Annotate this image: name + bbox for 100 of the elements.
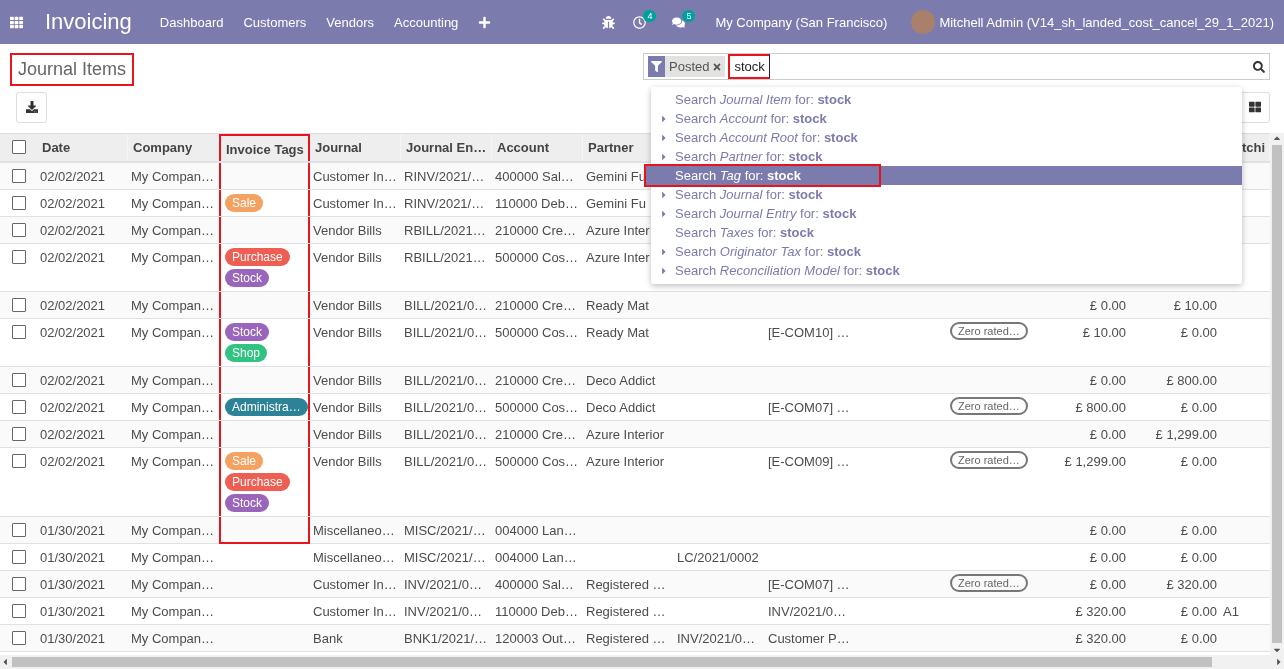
search-suggestion[interactable]: Search Journal Item for: stock [651, 90, 1242, 109]
checkbox[interactable] [11, 454, 26, 468]
checkbox[interactable] [11, 550, 26, 564]
user-menu[interactable]: Mitchell Admin (V14_sh_landed_cost_cancel_29_1_2021) [939, 14, 1274, 30]
menu-item[interactable]: Vendors [326, 14, 374, 30]
table-cell: 02/02/2021 [40, 250, 106, 265]
page-title: Journal Items [10, 53, 135, 86]
table-cell: My Compan… [131, 523, 215, 538]
facet-label: Posted [668, 59, 711, 74]
message-count: 5 [682, 9, 696, 22]
table-cell: My Compan… [131, 550, 215, 565]
search-suggestion[interactable]: Search Taxes for: stock [651, 223, 1242, 242]
checkbox[interactable] [11, 604, 26, 618]
download-button[interactable] [16, 91, 47, 123]
filter-icon [648, 56, 665, 77]
checkbox[interactable] [11, 298, 26, 312]
tag-badge: Shop [225, 344, 268, 362]
checkbox[interactable] [11, 373, 26, 387]
menu-item[interactable]: Customers [243, 14, 307, 30]
checkbox[interactable] [11, 223, 26, 237]
horizontal-scrollbar[interactable] [0, 655, 1284, 669]
column-header[interactable]: Invoice Tags [219, 134, 310, 161]
checkbox[interactable] [11, 631, 26, 645]
table-cell: Customer In… [313, 577, 397, 592]
table-cell: Azure Inter [586, 223, 650, 238]
table-cell: Vendor Bills [313, 325, 382, 340]
table-cell: 110000 Deb… [495, 196, 578, 211]
table-cell: 02/02/2021 [40, 427, 106, 442]
table-cell: Ready Mat [586, 298, 649, 313]
checkbox[interactable] [11, 250, 26, 264]
table-cell: Azure Inter [586, 250, 650, 265]
search-field[interactable]: Posted stock [643, 53, 1270, 80]
table-cell: £ 10.00 [1082, 325, 1126, 340]
table-cell: £ 1,299.00 [1064, 454, 1126, 469]
table-cell: My Compan… [131, 169, 215, 184]
table-cell: Deco Addict [586, 373, 656, 388]
search-suggestion[interactable]: Search Journal for: stock [651, 185, 1242, 204]
table-cell: My Compan… [131, 223, 215, 238]
table-cell: 210000 Cre… [495, 373, 576, 388]
menu-item[interactable]: Accounting [394, 14, 459, 30]
table-cell: £ 320.00 [1075, 631, 1126, 646]
table-cell: Vendor Bills [313, 373, 382, 388]
search-text[interactable]: stock [728, 54, 770, 79]
menu-item[interactable]: Dashboard [159, 14, 224, 30]
table-cell: £ 0.00 [1180, 631, 1217, 646]
tag-badge: Stock [225, 494, 269, 512]
table-cell: £ 0.00 [1089, 373, 1126, 388]
column-header[interactable]: Account [492, 134, 583, 161]
table-cell: £ 0.00 [1180, 550, 1217, 565]
checkbox[interactable] [11, 140, 26, 154]
column-header[interactable]: Journal [310, 134, 401, 161]
column-header[interactable]: Company [128, 134, 219, 161]
tax-badge: Zero rated… [950, 574, 1028, 592]
table-cell: £ 0.00 [1180, 400, 1217, 415]
table-cell: 120003 Out… [495, 631, 576, 646]
company-switcher[interactable]: My Company (San Francisco) [715, 14, 888, 30]
bug-icon[interactable] [602, 15, 616, 29]
search-suggestion[interactable]: Search Journal Entry for: stock [651, 204, 1242, 223]
table-cell: INV/2021/0… [404, 577, 483, 592]
table-cell: 210000 Cre… [495, 223, 576, 238]
column-header[interactable]: Journal En… [401, 134, 492, 161]
plus-icon[interactable] [478, 15, 492, 29]
checkbox[interactable] [11, 169, 26, 183]
vertical-scrollbar[interactable] [1270, 133, 1284, 655]
checkbox[interactable] [11, 577, 26, 591]
checkbox[interactable] [11, 400, 26, 414]
table-cell: 02/02/2021 [40, 400, 106, 415]
chat-icon[interactable] [672, 15, 686, 29]
table-cell: 01/30/2021 [40, 577, 106, 592]
table-cell: [E-COM09] … [768, 454, 850, 469]
table-cell: Gemini Fu [586, 196, 646, 211]
table-cell: £ 10.00 [1173, 298, 1217, 313]
table-cell: Miscellaneo… [313, 550, 395, 565]
column-header[interactable]: Date [37, 134, 128, 161]
activity-icon[interactable] [633, 15, 647, 29]
table-cell: £ 0.00 [1089, 427, 1126, 442]
table-cell: My Compan… [131, 250, 215, 265]
table-cell: £ 1,299.00 [1155, 427, 1217, 442]
table-cell: Miscellaneo… [313, 523, 395, 538]
table-cell: £ 0.00 [1089, 550, 1126, 565]
search-icon[interactable] [1253, 60, 1265, 73]
table-cell: My Compan… [131, 196, 215, 211]
search-suggestion[interactable]: Search Originator Tax for: stock [651, 242, 1242, 261]
search-suggestion[interactable]: Search Reconciliation Model for: stock [651, 261, 1242, 280]
filter-facet[interactable]: Posted [648, 56, 726, 77]
checkbox[interactable] [11, 196, 26, 210]
grid-icon [1248, 101, 1261, 113]
checkbox[interactable] [11, 523, 26, 537]
apps-grid-icon[interactable] [10, 15, 23, 29]
table-cell: [E-COM07] … [768, 400, 850, 415]
checkbox[interactable] [11, 325, 26, 339]
app-name[interactable]: Invoicing [45, 9, 132, 35]
table-cell: Deco Addict [586, 400, 656, 415]
table-cell: Customer In… [313, 604, 397, 619]
tag-badge: Purchase [225, 248, 290, 266]
table-cell: £ 0.00 [1089, 298, 1126, 313]
search-suggestion[interactable]: Search Account for: stock [651, 109, 1242, 128]
table-cell: LC/2021/0002 [677, 550, 759, 565]
checkbox[interactable] [11, 427, 26, 441]
table-cell: BILL/2021/0… [404, 373, 488, 388]
